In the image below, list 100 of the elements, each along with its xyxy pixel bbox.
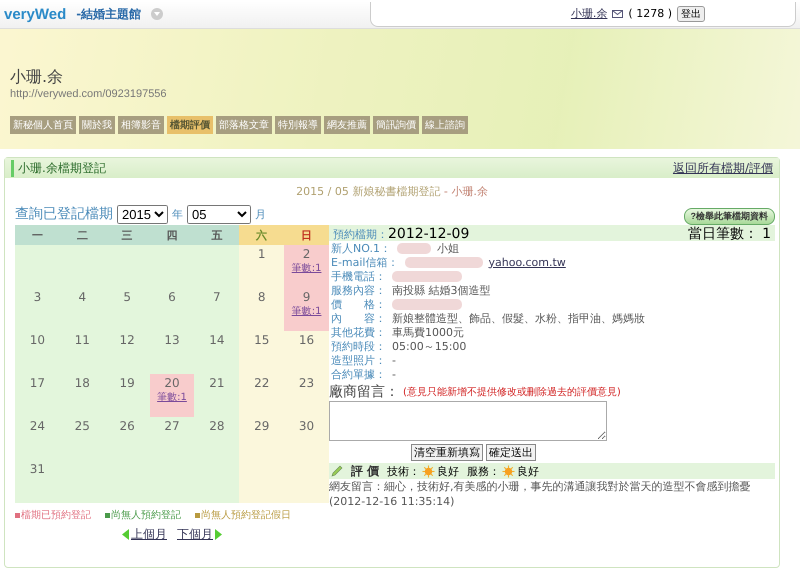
left-arrow-icon [122,529,129,540]
message-note: (意見只能新增不提供修改或刪除過去的評價意見) [403,386,621,399]
calendar-day[interactable]: 8 [239,288,284,331]
field-label: 預約時段： [331,338,386,354]
site-logo[interactable]: veryWed [4,6,66,22]
dropdown-icon[interactable] [151,8,164,20]
calendar-day[interactable]: 17 [15,374,60,417]
calendar-day[interactable]: 7 [194,288,240,331]
field-label: 手機電話： [331,268,386,284]
calendar-day[interactable]: 25 [60,417,105,460]
weekday-header: 五 [194,225,240,245]
message-input[interactable] [329,401,607,441]
profile-url: http://verywed.com/0923197556 [10,88,168,100]
prev-month-link[interactable]: 上個月 [122,526,167,543]
nav-tab[interactable]: 關於我 [79,116,115,134]
field-label: 內 容： [331,310,386,326]
weekday-header: 六 [239,225,284,245]
calendar-day[interactable]: 16 [284,331,329,374]
calendar-day[interactable]: 13 [150,331,194,374]
field-label: 合約單據： [331,366,386,382]
page-subtitle: 2015 / 05 新娘秘書檔期登記 - 小珊.余 [295,184,489,200]
calendar-day[interactable]: 28 [194,417,240,460]
calendar-day[interactable]: 20 筆數:1 [150,374,194,417]
right-arrow-icon [215,529,222,540]
rating-title: 評 價 [351,462,380,480]
calendar-day[interactable]: 6 [150,288,194,331]
calendar-day[interactable]: 26 [104,417,150,460]
month-select[interactable]: 05 [187,204,251,224]
calendar-day[interactable]: 14 [194,331,240,374]
calendar-day[interactable]: 22 [239,374,284,417]
site-menu[interactable]: -結婚主題館 [76,6,142,22]
next-month-link[interactable]: 下個月 [177,526,222,543]
calendar-day[interactable]: 23 [284,374,329,417]
redacted-block [392,270,462,282]
nav-tab[interactable]: 特別報導 [275,116,321,134]
field-label: 新人NO.1： [331,240,391,256]
back-link[interactable]: 返回所有檔期/評價 [672,160,773,176]
nav-tab[interactable]: 簡訊詢價 [373,116,419,134]
calendar-day[interactable]: 21 [194,374,240,417]
calendar-day[interactable]: 15 [239,331,284,374]
nav-tab[interactable]: 網友推薦 [324,116,370,134]
month-unit: 月 [255,206,266,222]
sun-icon [502,464,516,478]
nav-tab[interactable]: 部落格文章 [216,116,272,134]
nav-tab[interactable]: 相簿影音 [118,116,164,134]
calendar-day[interactable]: 29 [239,417,284,460]
booking-date: 2012-12-09 [388,226,470,242]
calendar-day[interactable]: 2 筆數:1 [284,245,329,288]
calendar-day[interactable]: 3 [15,288,60,331]
booking-count-link[interactable]: 筆數:1 [292,261,322,275]
calendar-day[interactable]: 24 [15,417,60,460]
rating-value: 良好 [437,464,460,478]
date-label: 預約檔期： [333,227,388,242]
calendar-day[interactable]: 4 [60,288,105,331]
legend-item: 尚無人預約登記假日 [195,508,291,522]
form-button[interactable]: 確定送出 [486,444,536,461]
calendar-day[interactable]: 10 [15,331,60,374]
form-button[interactable]: 清空重新填寫 [411,444,483,461]
nav-tab[interactable]: 檔期評價 [167,116,213,134]
legend-item: 檔期已預約登記 [15,508,91,522]
daily-count: 1 [762,226,771,242]
field-value: 車馬費1000元 [392,324,464,340]
calendar-day[interactable]: 31 [15,460,60,503]
sun-icon [422,464,436,478]
redacted-block [392,298,462,310]
logout-button[interactable]: 登出 [677,6,705,22]
field-label: 價 格： [331,296,386,312]
section-title: 小珊.余檔期登記 [11,160,106,176]
field-label: 造型照片： [331,352,386,368]
rating-value: 良好 [517,464,540,478]
field-label: 服務內容： [331,282,386,298]
mail-count: ( 1278 ) [628,7,672,20]
weekday-header: 四 [150,225,194,245]
weekday-header: 三 [104,225,150,245]
mail-icon[interactable] [612,10,624,18]
user-link[interactable]: 小珊.余 [570,6,608,21]
booking-count-link[interactable]: 筆數:1 [292,304,322,318]
profile-name: 小珊.余 [10,67,64,88]
weekday-header: 二 [60,225,105,245]
nav-tab[interactable]: 新秘個人首頁 [10,116,76,134]
calendar-day[interactable]: 9 筆數:1 [284,288,329,331]
calendar-day[interactable]: 27 [150,417,194,460]
calendar-day[interactable]: 1 [239,245,284,288]
calendar-day[interactable]: 12 [104,331,150,374]
calendar-day[interactable]: 30 [284,417,329,460]
calendar-day[interactable]: 18 [60,374,105,417]
booking-count-link[interactable]: 筆數:1 [157,390,187,404]
report-button[interactable]: ?檢舉此筆檔期資料 [684,208,775,225]
nav-tab[interactable]: 線上諮詢 [422,116,468,134]
query-label: 查詢已登記檔期 [15,205,113,223]
field-label: E-mail信箱： [331,254,398,270]
field-value: - [392,354,396,366]
calendar-day[interactable]: 11 [60,331,105,374]
year-unit: 年 [172,206,183,222]
year-select[interactable]: 2015 [117,204,168,224]
pencil-icon [331,465,343,477]
calendar-day[interactable]: 19 [104,374,150,417]
email-link[interactable]: yahoo.com.tw [488,256,566,268]
daily-count-label: 當日筆數： [688,225,758,243]
calendar-day[interactable]: 5 [104,288,150,331]
